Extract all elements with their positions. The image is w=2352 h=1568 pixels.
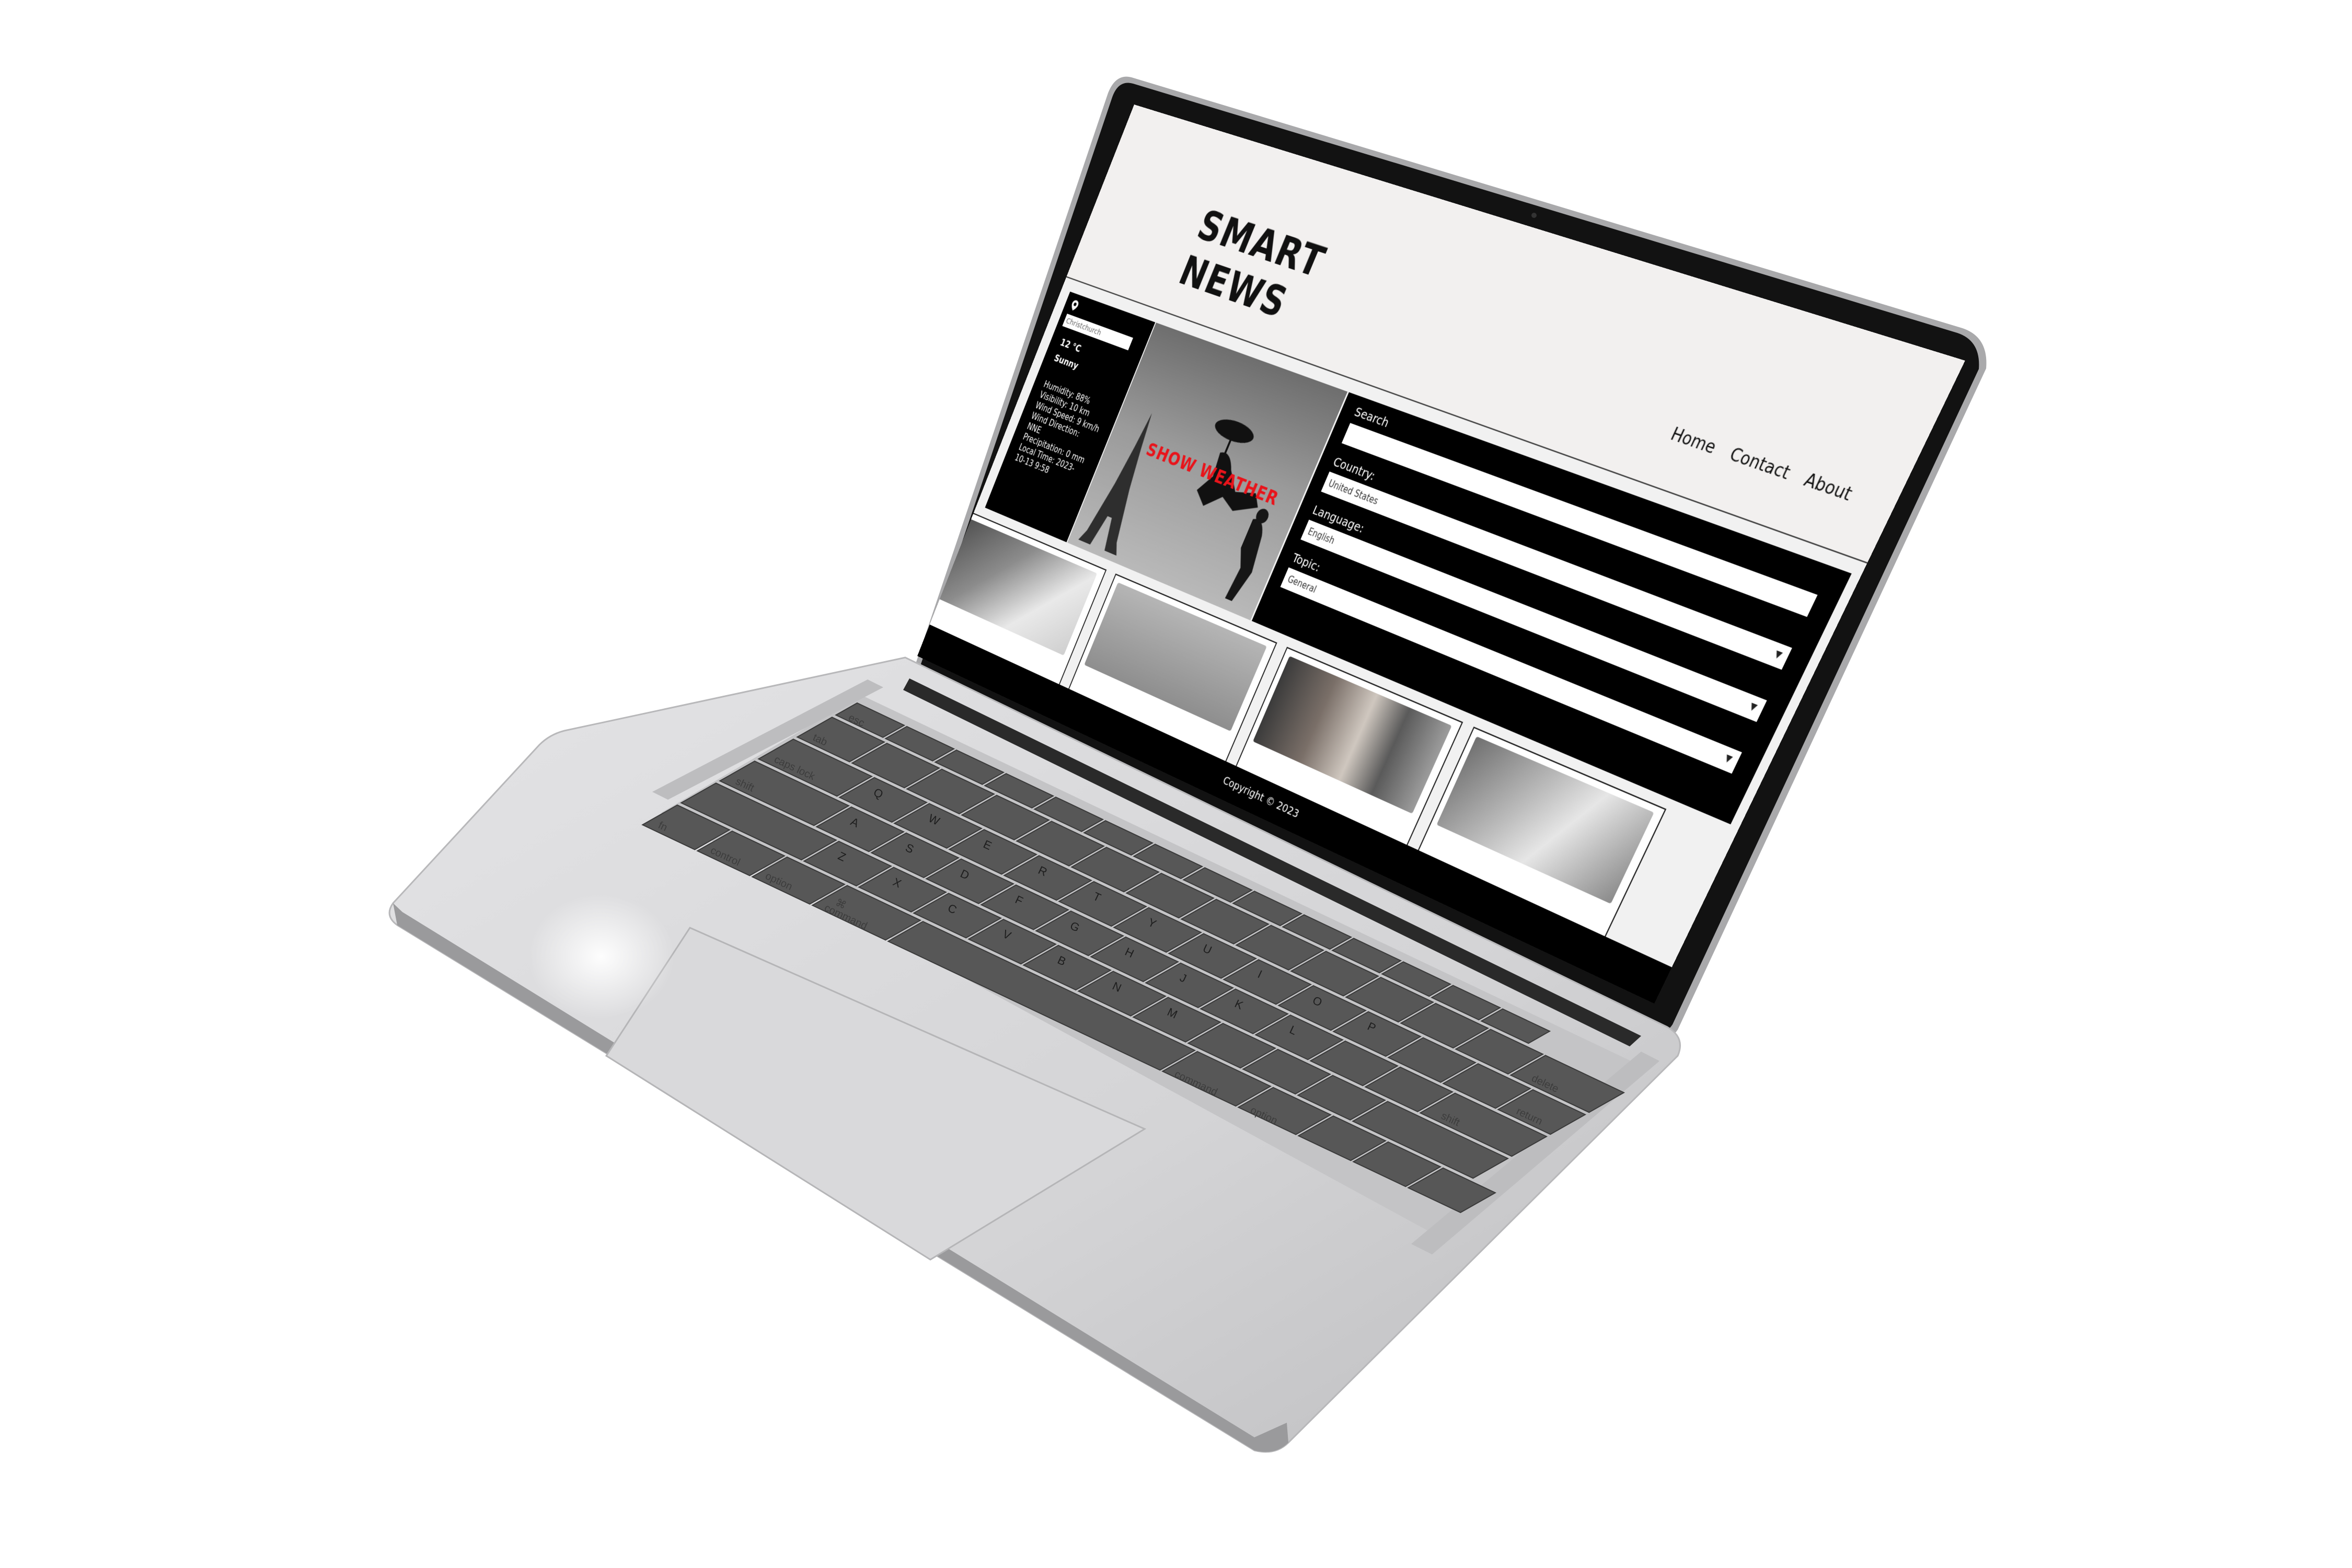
chevron-down-icon: ▼ [1773, 649, 1784, 661]
chevron-down-icon: ▼ [1748, 701, 1759, 713]
topic-select-value: General [1286, 573, 1318, 595]
weather-details: Humidity: 88% Visibility: 10 km Wind Spe… [1013, 379, 1110, 488]
nav-home-link[interactable]: Home [1667, 424, 1719, 458]
scene: QWERTYUIOPASDFGHJKLZXCVBNM SMART NEWS Ho… [0, 0, 2352, 1568]
site-logo[interactable]: SMART NEWS [1173, 201, 1332, 334]
weather-condition: Sunny [1053, 352, 1080, 372]
location-pin-icon [1069, 299, 1080, 315]
weather-temperature: 12 °C [1059, 337, 1083, 355]
main-nav: Home Contact About [1667, 424, 1855, 505]
camera-icon [1531, 213, 1537, 218]
nav-about-link[interactable]: About [1801, 470, 1855, 505]
deck-glare [528, 894, 674, 1019]
language-select-value: English [1306, 526, 1336, 547]
chevron-down-icon: ▼ [1723, 753, 1734, 765]
nav-contact-link[interactable]: Contact [1726, 444, 1793, 484]
